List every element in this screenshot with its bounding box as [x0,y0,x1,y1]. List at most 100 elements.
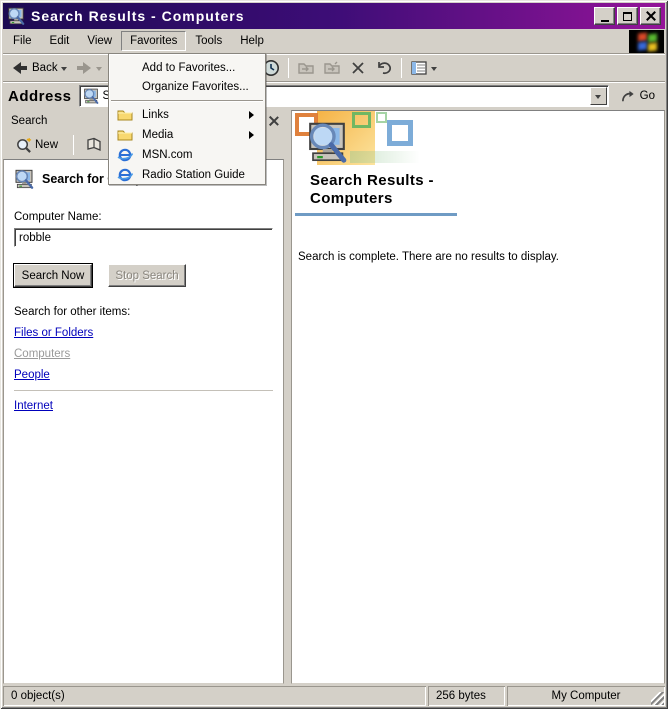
move-to-folder-icon [297,63,314,74]
pane-divider[interactable] [284,110,291,684]
close-icon [645,10,657,22]
stop-search-button: Stop Search [108,264,186,287]
go-button[interactable]: Go [616,87,660,106]
menu-file[interactable]: File [4,31,41,51]
banner-blue-outline [387,120,413,146]
favmenu-media[interactable]: Media [109,125,265,145]
status-size: 256 bytes [428,686,505,706]
results-title-line2: Computers [310,190,393,207]
computer-name-label: Computer Name: [14,211,102,223]
menubar: File Edit View Favorites Tools Help [3,29,665,54]
menu-view[interactable]: View [78,31,121,51]
forward-dropdown-icon [95,66,102,74]
back-label: Back [32,62,58,74]
link-people[interactable]: People [14,369,50,381]
menu-favorites[interactable]: Favorites [121,31,187,51]
toolbar-separator [287,58,289,78]
favmenu-radio[interactable]: Radio Station Guide [109,165,265,185]
favmenu-links[interactable]: Links [109,105,265,125]
favmenu-add[interactable]: Add to Favorites... [109,58,265,77]
other-items-label: Search for other items: [14,306,131,318]
move-to-button[interactable] [293,57,319,79]
maximize-button[interactable] [617,7,638,25]
delete-x-icon [351,62,364,74]
views-dropdown-icon[interactable] [430,66,437,74]
address-dropdown-button[interactable] [589,87,607,105]
favmenu-organize[interactable]: Organize Favorites... [109,77,265,96]
forward-button[interactable] [71,57,106,79]
views-grid-icon [410,61,427,75]
search-buttons-row: Search Now Stop Search [13,263,273,288]
delete-button[interactable] [345,57,371,79]
search-pane: Search New Search for Computer Name: rob… [3,110,284,684]
computer-name-input[interactable] [14,228,273,247]
banner-green-strip [350,151,420,163]
favorites-menu: Add to Favorites... Organize Favorites..… [108,53,266,185]
results-message: Search is complete. There are no results… [298,251,560,263]
results-title: Search Results - Computers [310,172,664,208]
results-title-rule [295,213,457,216]
status-objects: 0 object(s) [3,686,426,706]
window-controls [594,7,661,25]
toolbar-separator [400,58,402,78]
status-location-label: My Computer [551,690,621,702]
guide-book-icon[interactable] [85,137,103,153]
minimize-button[interactable] [594,7,615,25]
new-search-button[interactable]: New [11,135,62,156]
back-button[interactable]: Back [7,57,71,79]
submenu-arrow-icon [249,131,258,139]
go-label: Go [639,90,655,102]
undo-arrow-icon [377,62,391,75]
search-computers-icon [14,169,34,189]
maximize-icon [623,11,632,21]
menu-edit[interactable]: Edit [41,31,79,51]
search-pane-title: Search [11,114,48,127]
resize-grip[interactable] [651,692,664,705]
close-button[interactable] [640,7,661,25]
search-now-button[interactable]: Search Now [13,263,93,288]
forward-arrow-icon [76,62,91,74]
link-internet[interactable]: Internet [14,400,53,412]
standard-toolbar: Back [3,54,665,82]
banner-green-small-outline [376,112,387,123]
explorer-window: Search Results - Computers File Edit Vie… [0,0,668,709]
results-title-line1: Search Results - [310,172,434,189]
new-search-icon [17,137,32,153]
window-search-icon [7,7,25,25]
search-pane-close-button[interactable] [265,113,281,128]
main-content: Search New Search for Computer Name: rob… [3,110,665,684]
copy-to-folder-icon [323,61,340,74]
favmenu-msn[interactable]: MSN.com [109,145,265,165]
banner-green-outline [352,112,371,128]
undo-button[interactable] [371,57,397,79]
new-search-label: New [35,139,59,151]
copy-to-button[interactable] [319,57,345,79]
link-computers: Computers [14,348,71,360]
results-banner [292,111,664,167]
window-title: Search Results - Computers [31,8,245,24]
back-arrow-icon [13,62,27,74]
menu-tools[interactable]: Tools [186,31,231,51]
address-label: Address [8,87,72,105]
links-separator [14,390,273,391]
search-pane-content: Search for Computers Computer Name: Sear… [3,159,284,684]
statusbar: 0 object(s) 256 bytes My Computer [3,686,665,706]
toolbar-separator [73,135,75,155]
search-results-icon [306,121,348,163]
ie-icon [117,148,134,163]
folder-icon [117,108,134,123]
folder-icon [117,128,134,143]
views-button[interactable] [406,57,441,79]
menu-help[interactable]: Help [231,31,273,51]
minimize-icon [600,19,609,22]
status-location: My Computer [507,686,665,706]
link-files-or-folders[interactable]: Files or Folders [14,327,93,339]
address-dropdown-icon [595,94,602,102]
windows-logo-throbber [629,29,664,53]
submenu-arrow-icon [249,111,258,119]
address-search-icon [83,88,98,104]
back-dropdown-icon[interactable] [60,66,67,74]
ie-icon [117,168,134,183]
titlebar[interactable]: Search Results - Computers [3,3,665,29]
results-pane: Search Results - Computers Search is com… [291,110,665,684]
